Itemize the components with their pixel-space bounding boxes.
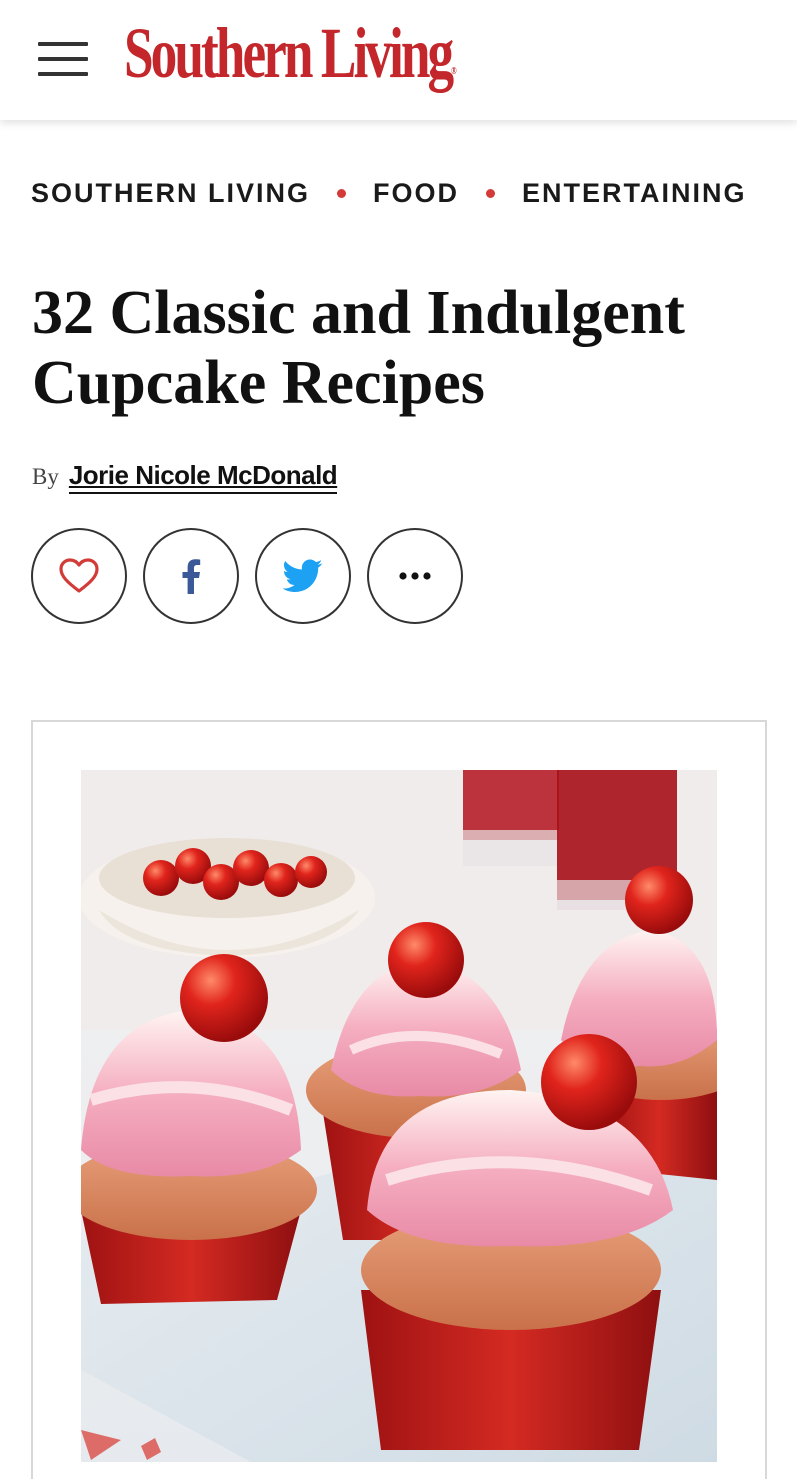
registered-mark: ® — [451, 66, 457, 77]
article-title: 32 Classic and Indulgent Cupcake Recipes — [32, 279, 685, 417]
heart-icon — [59, 558, 99, 593]
site-header: Southern Living® — [0, 0, 797, 120]
hero-image-frame — [31, 720, 767, 1479]
breadcrumb-southern-living[interactable]: SOUTHERN LIVING — [31, 178, 310, 209]
breadcrumb-food[interactable]: FOOD — [373, 178, 459, 209]
more-options-button[interactable] — [367, 528, 463, 624]
facebook-icon — [182, 559, 201, 594]
site-logo[interactable]: Southern Living® — [124, 13, 457, 93]
menu-icon-bar — [38, 42, 88, 46]
breadcrumb-entertaining[interactable]: ENTERTAINING — [522, 178, 747, 209]
breadcrumb: SOUTHERN LIVING FOOD ENTERTAINING — [31, 178, 747, 209]
twitter-share-button[interactable] — [255, 528, 351, 624]
save-button[interactable] — [31, 528, 127, 624]
facebook-share-button[interactable] — [143, 528, 239, 624]
cupcake-hero-image — [81, 770, 717, 1462]
breadcrumb-separator — [337, 189, 347, 198]
author-link[interactable]: Jorie Nicole McDonald — [68, 460, 338, 494]
by-label: By — [32, 464, 59, 489]
menu-icon[interactable] — [38, 42, 88, 76]
breadcrumb-separator — [486, 189, 496, 198]
menu-icon-bar — [38, 72, 88, 76]
byline: By Jorie Nicole McDonald — [32, 460, 338, 494]
more-options-icon — [399, 572, 431, 580]
menu-icon-bar — [38, 57, 88, 61]
twitter-icon — [283, 559, 323, 592]
share-buttons — [31, 528, 479, 624]
